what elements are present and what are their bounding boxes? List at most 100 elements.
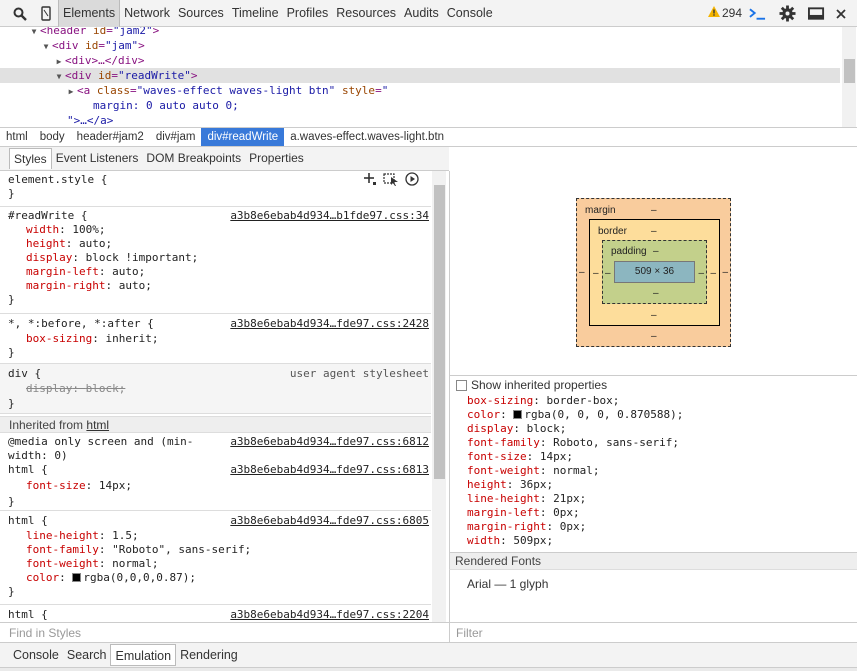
margin-bottom-value[interactable]: – — [651, 331, 657, 342]
tab-console[interactable]: Console — [443, 0, 497, 27]
dom-scrollbar[interactable] — [842, 27, 856, 127]
border-top-value[interactable]: – — [651, 226, 657, 237]
console-drawer-icon[interactable] — [749, 5, 766, 22]
dom-node-header[interactable]: ▼ <header id="jam2"> — [28, 27, 160, 39]
tab-profiles[interactable]: Profiles — [283, 0, 333, 27]
crumb-header[interactable]: header#jam2 — [71, 128, 150, 146]
drawer-tab-rendering[interactable]: Rendering — [176, 644, 242, 666]
tab-properties[interactable]: Properties — [245, 148, 308, 169]
drawer-tab-console[interactable]: Console — [9, 644, 63, 666]
computed-property[interactable]: font-family: Roboto, sans-serif; — [467, 436, 679, 450]
rule-source-link[interactable]: a3b8e6ebab4d934…fde97.css:6813 — [230, 463, 429, 477]
styles-scrollbar[interactable] — [432, 171, 446, 622]
rule-source-link[interactable]: a3b8e6ebab4d934…b1fde97.css:34 — [230, 209, 429, 223]
dom-node-anchor[interactable]: ▶ <a class="waves-effect waves-light btn"… — [65, 83, 389, 99]
margin-top-value[interactable]: – — [651, 205, 657, 216]
style-property[interactable]: height: auto; — [26, 237, 112, 251]
rule-selector[interactable]: html { — [8, 463, 48, 477]
animations-icon[interactable] — [405, 172, 419, 189]
tab-audits[interactable]: Audits — [400, 0, 443, 27]
style-property[interactable]: margin-right: auto; — [26, 279, 152, 293]
rule-selector[interactable]: *, *:before, *:after { — [8, 317, 154, 331]
new-rule-icon[interactable] — [363, 172, 377, 189]
computed-property[interactable]: line-height: 21px; — [467, 492, 586, 506]
dom-scrollbar-thumb[interactable] — [844, 59, 855, 83]
tab-sources[interactable]: Sources — [174, 0, 228, 27]
tab-styles[interactable]: Styles — [9, 148, 52, 169]
rule-selector[interactable]: html { — [8, 608, 48, 622]
dock-side-icon[interactable] — [808, 5, 825, 22]
computed-property[interactable]: height: 36px; — [467, 478, 553, 492]
rule-source-link[interactable]: a3b8e6ebab4d934…fde97.css:2204 — [230, 608, 429, 622]
computed-property[interactable]: font-weight: normal; — [467, 464, 599, 478]
rule-selector[interactable]: element.style { — [8, 173, 107, 187]
toggle-state-icon[interactable] — [383, 172, 399, 189]
color-swatch[interactable] — [513, 410, 523, 419]
find-in-styles-input[interactable]: Find in Styles — [0, 622, 449, 642]
device-mode-icon[interactable] — [37, 5, 54, 22]
border-right-value[interactable]: – — [710, 268, 716, 279]
drawer-tab-search[interactable]: Search — [63, 644, 111, 666]
rule-source-link[interactable]: a3b8e6ebab4d934…fde97.css:6812 — [230, 435, 429, 449]
show-inherited-toggle[interactable]: Show inherited properties — [456, 378, 607, 392]
collapse-triangle-icon[interactable]: ▶ — [53, 54, 65, 69]
padding-right-value[interactable]: – — [698, 268, 704, 279]
margin-right-value[interactable]: – — [722, 267, 728, 278]
rule-source-link[interactable]: a3b8e6ebab4d934…fde97.css:2428 — [230, 317, 429, 331]
close-icon[interactable] — [832, 5, 849, 22]
dom-node-div-jam[interactable]: ▼ <div id="jam"> — [40, 38, 145, 53]
content-size[interactable]: 509 × 36 — [614, 261, 695, 283]
expand-triangle-icon[interactable]: ▼ — [53, 69, 65, 84]
computed-property[interactable]: font-size: 14px; — [467, 450, 573, 464]
styles-scrollbar-thumb[interactable] — [434, 185, 445, 479]
expand-triangle-icon[interactable]: ▼ — [28, 27, 40, 39]
computed-property[interactable]: color: rgba(0, 0, 0, 0.870588); — [467, 408, 683, 422]
inherited-from-link[interactable]: html — [86, 418, 109, 432]
dom-node-div-collapsed[interactable]: ▶ <div>…</div> — [53, 53, 145, 69]
color-swatch[interactable] — [72, 573, 82, 582]
computed-property[interactable]: box-sizing: border-box; — [467, 394, 619, 408]
crumb-html[interactable]: html — [0, 128, 34, 146]
computed-filter-input[interactable]: Filter — [449, 622, 857, 642]
style-property[interactable]: box-sizing: inherit; — [26, 332, 158, 346]
computed-property[interactable]: display: block; — [467, 422, 566, 436]
tab-dom-breakpoints[interactable]: DOM Breakpoints — [142, 148, 245, 169]
border-bottom-value[interactable]: – — [651, 310, 657, 321]
rule-source-link[interactable]: a3b8e6ebab4d934…fde97.css:6805 — [230, 514, 429, 528]
warnings-counter[interactable]: 294 — [708, 6, 742, 20]
show-inherited-checkbox[interactable] — [456, 379, 467, 391]
style-property[interactable]: font-family: "Roboto", sans-serif; — [26, 543, 251, 557]
style-property[interactable]: line-height: 1.5; — [26, 529, 139, 543]
drawer-tab-emulation[interactable]: Emulation — [110, 644, 177, 666]
computed-property[interactable]: width: 509px; — [467, 534, 553, 548]
settings-gear-icon[interactable] — [779, 5, 796, 22]
crumb-anchor[interactable]: a.waves-effect.waves-light.btn — [284, 128, 450, 146]
style-property[interactable]: width: 100%; — [26, 223, 106, 237]
padding-top-value[interactable]: – — [653, 246, 659, 257]
style-property[interactable]: margin-left: auto; — [26, 265, 145, 279]
style-property[interactable]: font-size: 14px; — [26, 479, 132, 493]
expand-triangle-icon[interactable]: ▼ — [40, 39, 52, 54]
tab-timeline[interactable]: Timeline — [228, 0, 283, 27]
computed-property[interactable]: margin-left: 0px; — [467, 506, 580, 520]
computed-property[interactable]: margin-right: 0px; — [467, 520, 586, 534]
style-property[interactable]: display: block !important; — [26, 251, 198, 265]
crumb-body[interactable]: body — [34, 128, 71, 146]
dom-node-div-readwrite[interactable]: ▼ <div id="readWrite"> — [0, 68, 840, 83]
collapse-triangle-icon[interactable]: ▶ — [65, 84, 77, 99]
style-property[interactable]: font-weight: normal; — [26, 557, 158, 571]
tab-elements[interactable]: Elements — [58, 0, 121, 27]
tab-event-listeners[interactable]: Event Listeners — [52, 148, 143, 169]
search-icon[interactable] — [11, 5, 28, 22]
style-property[interactable]: color: rgba(0,0,0,0.87); — [26, 571, 196, 585]
tab-resources[interactable]: Resources — [332, 0, 400, 27]
rule-selector[interactable]: #readWrite { — [8, 209, 87, 223]
padding-bottom-value[interactable]: – — [653, 288, 659, 299]
border-left-value[interactable]: – — [593, 268, 599, 279]
rule-selector[interactable]: html { — [8, 514, 48, 528]
tab-network[interactable]: Network — [120, 0, 174, 27]
crumb-div-readwrite[interactable]: div#readWrite — [201, 128, 285, 146]
crumb-div-jam[interactable]: div#jam — [150, 128, 202, 146]
margin-left-value[interactable]: – — [579, 267, 585, 278]
rendered-fonts-header[interactable]: Rendered Fonts — [449, 552, 857, 570]
